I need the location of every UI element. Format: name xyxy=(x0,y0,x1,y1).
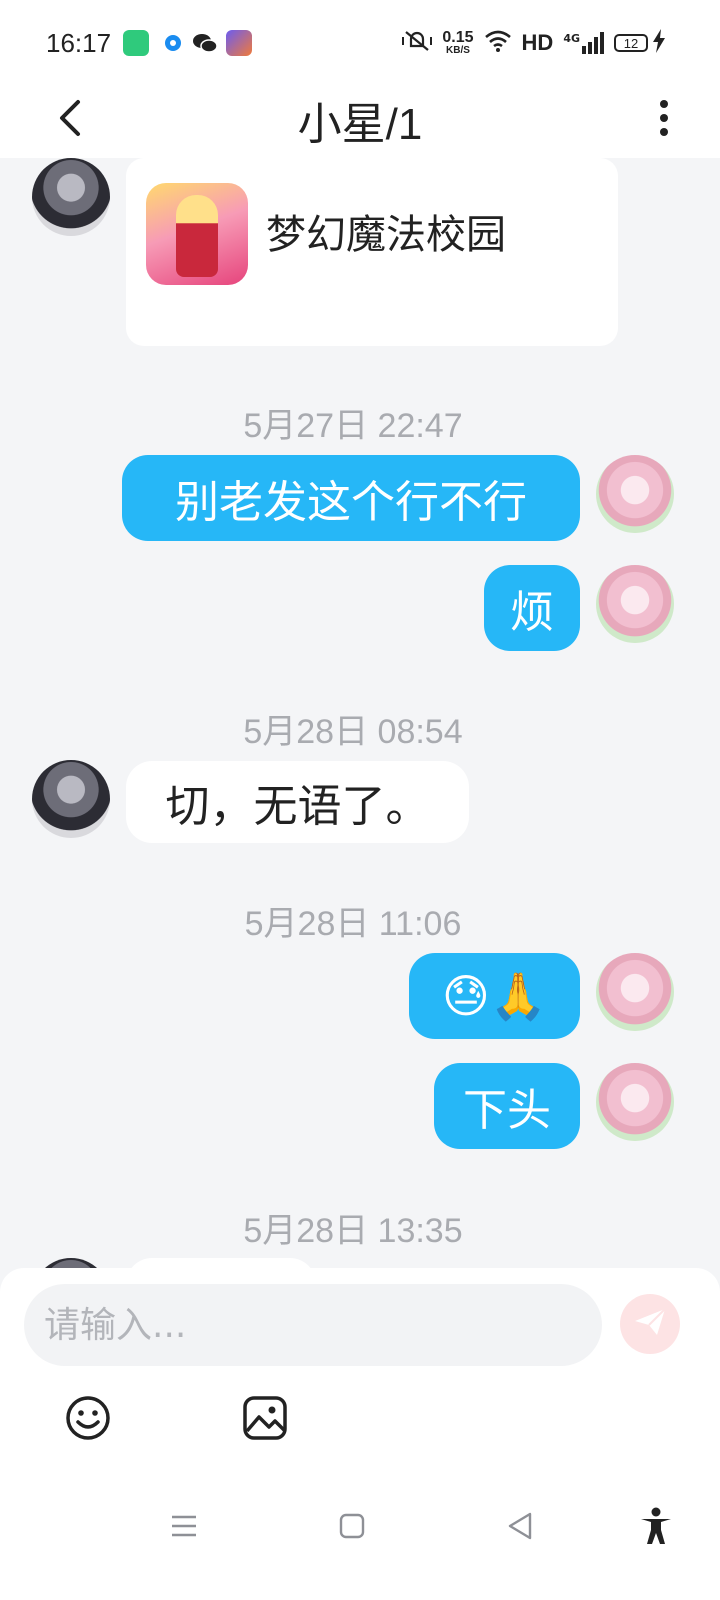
back-triangle-icon xyxy=(507,1512,533,1544)
avatar[interactable] xyxy=(32,158,110,236)
composer xyxy=(0,1268,720,1482)
chat-message-list[interactable]: 梦幻魔法校园 5月27日 22:47 别老发这个行不行 烦 5月28日 08:5… xyxy=(0,158,720,1270)
app-notification-icon-3 xyxy=(226,30,252,56)
send-icon xyxy=(633,1307,667,1341)
avatar[interactable] xyxy=(596,455,674,533)
timestamp: 5月28日 08:54 xyxy=(243,713,463,751)
chat-header: 小星/1 xyxy=(0,84,720,158)
menu-icon xyxy=(171,1514,197,1542)
status-right: 0.15 KB/S HD 4G 12 xyxy=(402,26,666,60)
net-speed-unit: KB/S xyxy=(446,45,470,56)
status-time: 16:17 xyxy=(46,28,112,58)
message-bubble-outgoing[interactable]: 别老发这个行不行 xyxy=(122,455,580,541)
message-bubble-outgoing[interactable]: 烦 xyxy=(484,565,580,651)
character-figure xyxy=(176,195,218,277)
image-button[interactable] xyxy=(239,1394,291,1446)
net-speed-value: 0.15 xyxy=(442,29,474,46)
image-icon xyxy=(242,1395,288,1445)
accessibility-button[interactable] xyxy=(634,1506,678,1550)
app-thumbnail xyxy=(146,183,248,285)
avatar[interactable] xyxy=(596,953,674,1031)
timestamp: 5月28日 11:06 xyxy=(244,905,462,943)
more-options-button[interactable] xyxy=(644,90,684,150)
app-notification-icon-2 xyxy=(160,30,186,56)
app-notification-icon-1 xyxy=(123,30,149,56)
signal-icon: 4G xyxy=(563,32,604,54)
network-type: 4G xyxy=(563,32,580,45)
nav-back-button[interactable] xyxy=(498,1506,542,1550)
battery-indicator: 12 xyxy=(614,34,648,52)
emoji-button[interactable] xyxy=(62,1394,114,1446)
message-bubble-outgoing[interactable]: 😓🙏 xyxy=(409,953,580,1039)
more-vertical-icon xyxy=(659,99,669,141)
avatar[interactable] xyxy=(596,565,674,643)
avatar[interactable] xyxy=(32,760,110,838)
message-bubble-incoming[interactable]: 切，无语了。 xyxy=(126,761,469,843)
hd-label: HD xyxy=(521,30,554,55)
message-bubble-outgoing[interactable]: 下头 xyxy=(434,1063,580,1149)
mute-vibrate-icon xyxy=(402,28,433,58)
avatar[interactable] xyxy=(596,1063,674,1141)
message-input[interactable] xyxy=(24,1284,602,1366)
chat-title: 小星/1 xyxy=(297,100,423,149)
wechat-icon xyxy=(192,30,218,56)
home-icon xyxy=(339,1513,365,1543)
send-button[interactable] xyxy=(620,1294,680,1354)
emoji-icon xyxy=(64,1394,112,1446)
system-navigation-bar xyxy=(0,1482,720,1600)
shared-app-card[interactable]: 梦幻魔法校园 xyxy=(126,158,618,346)
charging-icon xyxy=(652,29,666,57)
nav-menu-button[interactable] xyxy=(162,1506,206,1550)
wifi-icon xyxy=(484,29,512,57)
card-title: 梦幻魔法校园 xyxy=(266,212,506,258)
net-speed: 0.15 KB/S xyxy=(442,30,473,56)
accessibility-icon xyxy=(639,1507,673,1549)
timestamp: 5月27日 22:47 xyxy=(243,407,463,445)
nav-home-button[interactable] xyxy=(330,1506,374,1550)
timestamp: 5月28日 13:35 xyxy=(243,1212,463,1250)
status-bar: 16:17 0.15 KB/S HD 4G 12 xyxy=(0,0,720,84)
